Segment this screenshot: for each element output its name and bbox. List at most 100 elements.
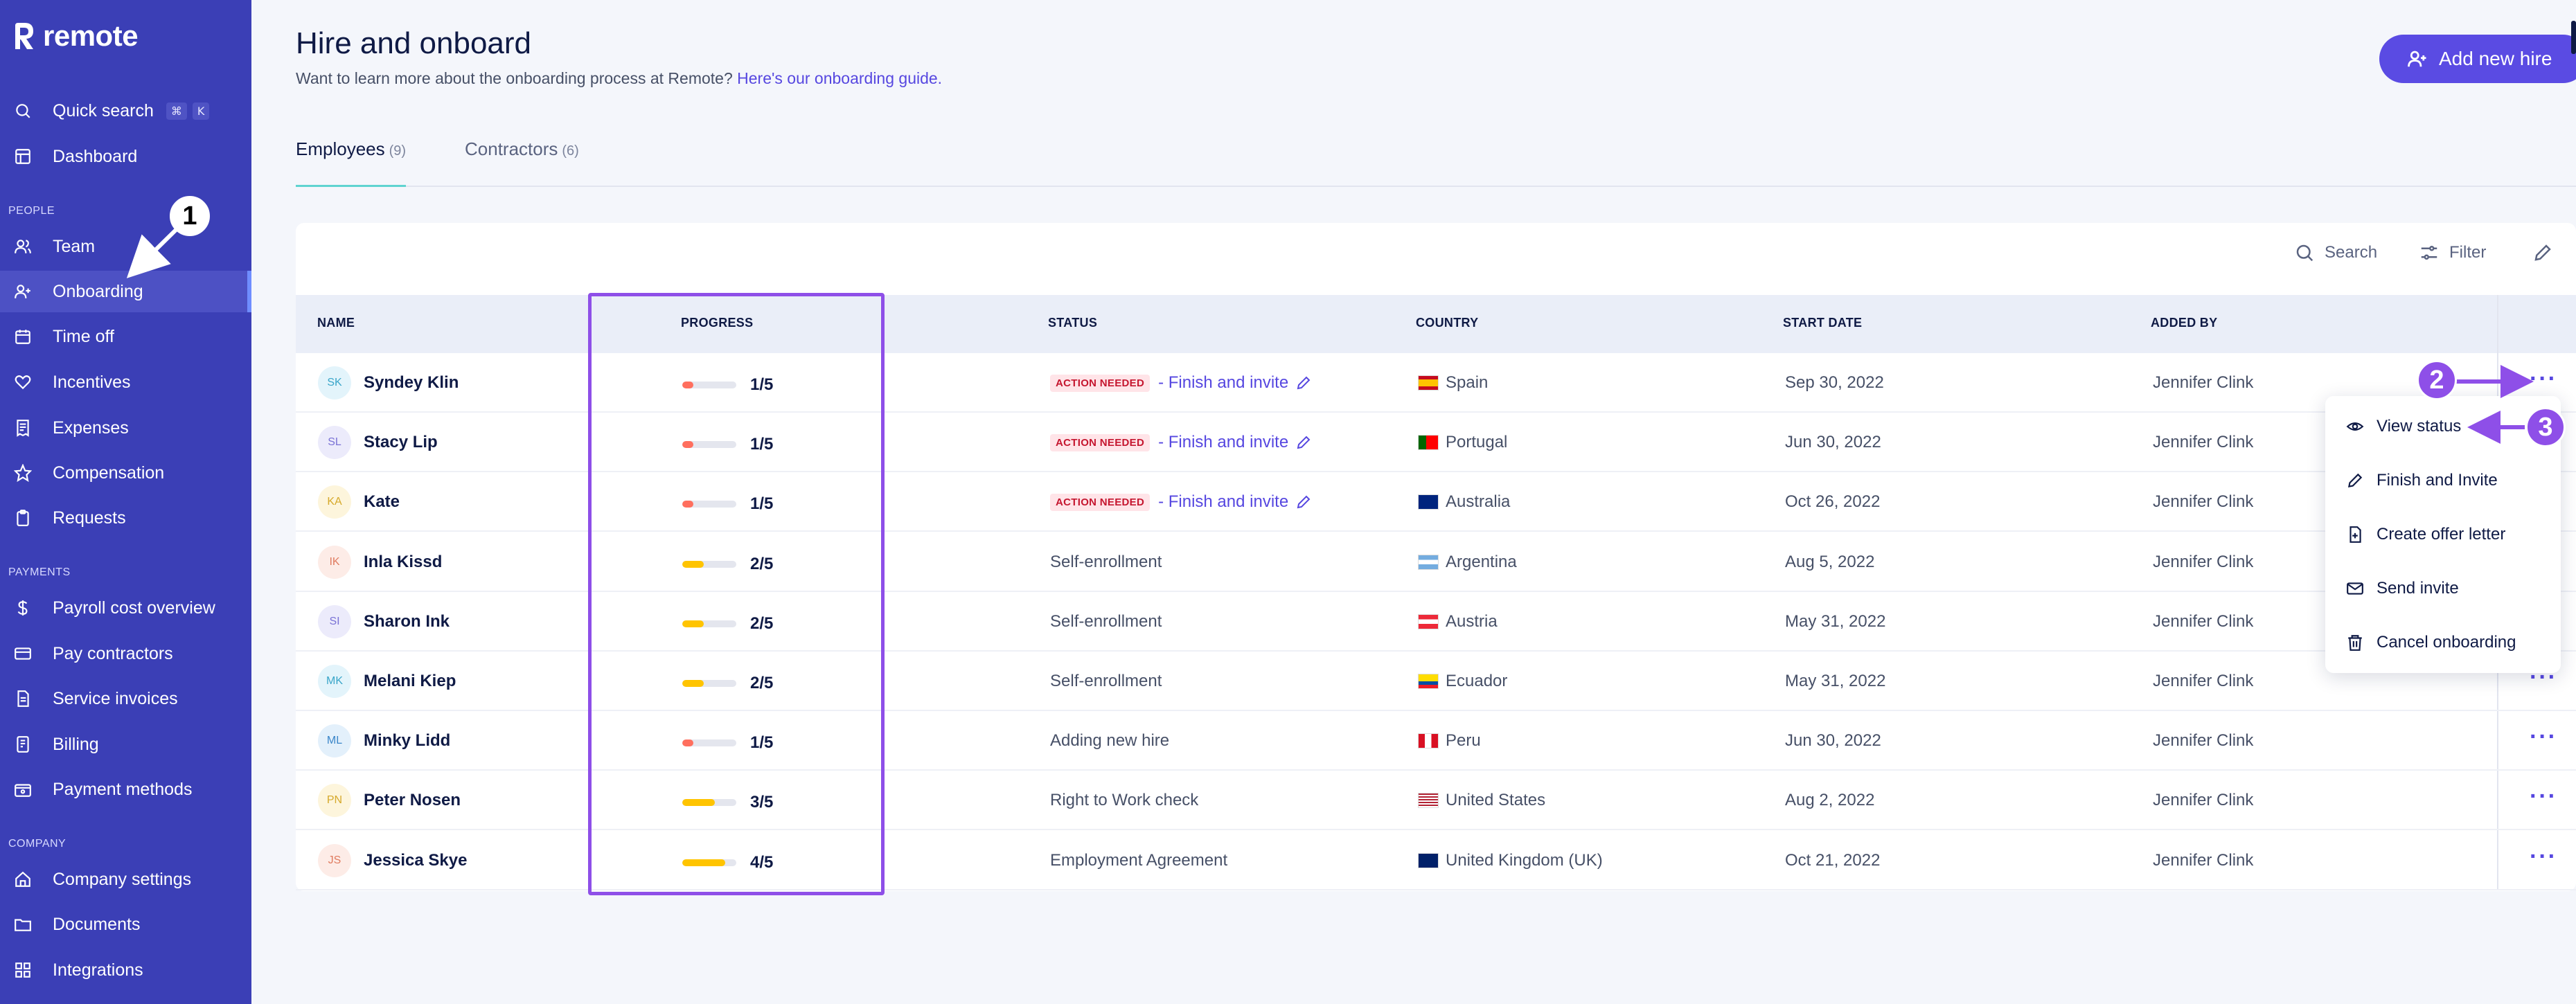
menu-item-view-status[interactable]: View status [2346,417,2461,436]
row-actions-button[interactable]: ··· [2530,724,2557,751]
sidebar-item-label: Compensation [53,463,165,483]
sidebar-item-incentives[interactable]: Incentives [0,361,251,403]
sidebar-item-pay-contractors[interactable]: Pay contractors [0,633,251,674]
country-cell: Argentina [1418,553,1517,572]
mail-icon [2347,582,2363,595]
sidebar-item-team[interactable]: Team [0,226,251,267]
flag-icon [1418,733,1439,749]
dollar-icon [14,599,32,617]
employee-name[interactable]: Stacy Lip [364,433,438,452]
sidebar-item-label: Requests [53,508,126,528]
column-header-status[interactable]: STATUS [1048,316,1097,330]
employee-name[interactable]: Sharon Ink [364,612,450,631]
employee-name[interactable]: Melani Kiep [364,672,456,691]
remote-logo[interactable]: remote [12,19,139,53]
avatar: SK [318,366,351,400]
action-needed-badge: ACTION NEEDED [1050,374,1151,392]
status-cell: ACTION NEEDED - Finish and invite [1050,373,1312,393]
employee-name[interactable]: Inla Kissd [364,553,442,572]
search-button[interactable]: Search [2294,242,2377,263]
clipboard-icon [14,509,32,527]
status-cell: Right to Work check [1050,791,1198,810]
finish-and-invite-link[interactable]: - Finish and invite [1158,492,1312,512]
sidebar-item-label: Team [53,236,96,256]
sidebar-item-compensation[interactable]: Compensation [0,452,251,494]
row-actions-button[interactable]: ··· [2530,366,2557,393]
status-cell: Employment Agreement [1050,851,1227,870]
sidebar-item-payment-methods[interactable]: Payment methods [0,769,251,810]
sidebar-item-documents[interactable]: Documents [0,904,251,945]
employee-name[interactable]: Syndey Klin [364,373,459,393]
edit-columns-button[interactable] [2532,242,2553,263]
menu-item-label: Finish and Invite [2377,471,2498,490]
sidebar-item-company-settings[interactable]: Company settings [0,859,251,900]
finish-and-invite-link[interactable]: - Finish and invite [1158,373,1312,393]
menu-item-create-offer-letter[interactable]: Create offer letter [2346,525,2505,544]
menu-item-finish-and-invite[interactable]: Finish and Invite [2346,471,2498,490]
column-header-country[interactable]: COUNTRY [1416,316,1478,330]
employee-name[interactable]: Minky Lidd [364,731,450,751]
card-icon [14,645,32,663]
sidebar-item-dashboard[interactable]: Dashboard [0,136,251,177]
billing-icon [14,735,32,753]
country-name: Ecuador [1446,672,1508,690]
filter-button[interactable]: Filter [2419,242,2486,263]
country-name: Argentina [1446,552,1517,571]
sidebar-item-payroll-cost-overview[interactable]: Payroll cost overview [0,587,251,629]
name-cell: SL Stacy Lip [318,426,438,460]
filter-label: Filter [2449,243,2487,262]
tab-employees[interactable]: Employees (9) [296,138,407,187]
quick-search[interactable]: Quick search ⌘ K [0,90,251,132]
sidebar-item-service-invoices[interactable]: Service invoices [0,678,251,719]
menu-item-send-invite[interactable]: Send invite [2346,579,2459,598]
avatar: IK [318,545,351,579]
sidebar-item-requests[interactable]: Requests [0,497,251,539]
sidebar-item-expenses[interactable]: Expenses [0,407,251,449]
employee-name[interactable]: Jessica Skye [364,851,467,870]
sidebar-item-integrations[interactable]: Integrations [0,949,251,991]
flag-icon [1418,852,1439,868]
receipt-icon [14,419,32,437]
column-header-start-date[interactable]: START DATE [1783,316,1862,330]
tab-label: Contractors [465,138,558,159]
column-header-added-by[interactable]: ADDED BY [2151,316,2217,330]
progress-column-highlight [588,293,885,895]
finish-and-invite-link[interactable]: - Finish and invite [1158,433,1312,452]
trash-icon [2348,635,2362,651]
menu-item-cancel-onboarding[interactable]: Cancel onboarding [2346,633,2516,652]
sidebar-item-label: Integrations [53,960,143,980]
row-actions-button[interactable]: ··· [2530,783,2557,810]
flag-icon [1418,793,1439,809]
employee-name[interactable]: Kate [364,492,400,512]
onboarding-guide-link[interactable]: Here's our onboarding guide. [737,69,942,87]
status-cell: Self-enrollment [1050,612,1162,631]
home-icon [14,870,32,888]
added-by-cell: Jennifer Clink [2153,791,2254,810]
scrollbar-thumb[interactable] [2571,21,2576,54]
sidebar-item-onboarding[interactable]: Onboarding [0,271,251,312]
tab-count: (6) [562,143,579,159]
sidebar-item-billing[interactable]: Billing [0,724,251,765]
sidebar-item-time-off[interactable]: Time off [0,316,251,357]
search-icon [14,102,32,120]
name-cell: ML Minky Lidd [318,724,450,758]
status-text: Self-enrollment [1050,611,1162,631]
add-new-hire-button[interactable]: Add new hire [2379,35,2576,83]
avatar: PN [318,784,351,818]
section-label-payments: PAYMENTS [8,566,71,578]
country-cell: United States [1418,791,1545,810]
column-header-name[interactable]: NAME [317,316,355,330]
calendar-icon [14,328,32,346]
sidebar-item-label: Expenses [53,418,129,438]
employee-name[interactable]: Peter Nosen [364,791,461,810]
name-cell: SI Sharon Ink [318,604,450,638]
star-icon [14,464,32,482]
added-by-cell: Jennifer Clink [2153,492,2254,512]
user-plus-icon [14,283,32,301]
status-text: - Finish and invite [1158,492,1289,512]
annotation-callout-3: 3 [2525,407,2566,447]
country-cell: United Kingdom (UK) [1418,851,1603,870]
row-actions-menu: View status Finish and Invite Create off… [2325,396,2561,673]
row-actions-button[interactable]: ··· [2530,843,2557,870]
tab-contractors[interactable]: Contractors (6) [465,138,579,187]
